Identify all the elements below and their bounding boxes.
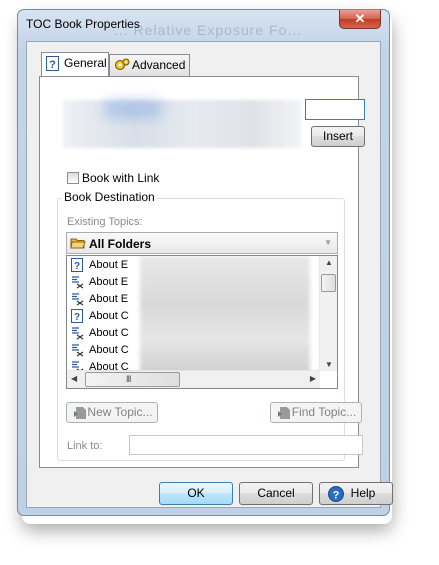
insert-button[interactable]: Insert <box>311 126 365 147</box>
ok-button[interactable]: OK <box>159 482 233 505</box>
tab-advanced[interactable]: Advanced <box>109 54 190 76</box>
title-bar[interactable]: TOC Book Properties ... Relative Exposur… <box>18 10 389 40</box>
find-topic-icon <box>277 406 291 426</box>
list-item[interactable]: About E <box>69 274 128 291</box>
blurred-preview <box>63 100 301 148</box>
general-panel: Insert Book with Link Book Destination E… <box>39 76 365 468</box>
list-item[interactable]: About E <box>69 291 128 308</box>
topic-label: About C <box>89 310 129 322</box>
help-icon: ? <box>328 486 344 509</box>
scroll-right-icon[interactable]: ▶ <box>310 374 316 383</box>
tab-advanced-label: Advanced <box>132 58 186 72</box>
scroll-up-icon[interactable]: ▲ <box>325 258 333 267</box>
topic-label: About E <box>89 259 129 271</box>
horizontal-scrollbar[interactable]: ◀ III ▶ <box>67 370 320 388</box>
help-button-label: Help <box>350 486 376 500</box>
vertical-scroll-thumb[interactable] <box>321 274 336 292</box>
topic-label: About C <box>89 344 129 356</box>
folder-icon <box>70 236 86 253</box>
new-topic-label: New Topic... <box>87 405 153 419</box>
book-destination-title: Book Destination <box>62 190 157 204</box>
svg-text:?: ? <box>74 261 80 272</box>
topic-label: About E <box>89 276 129 288</box>
cancel-button-label: Cancel <box>257 486 295 500</box>
background-window-title: ... Relative Exposure Fo... <box>114 22 303 38</box>
list-item[interactable]: ? About E <box>69 257 128 274</box>
book-with-link-label: Book with Link <box>82 171 160 185</box>
find-topic-label: Find Topic... <box>291 405 357 419</box>
dialog-client-area: ? General Advanced Insert Book with Link… <box>26 41 393 508</box>
gears-icon <box>114 58 130 78</box>
new-topic-button[interactable]: New Topic... <box>66 402 158 423</box>
list-item[interactable]: ? About C <box>69 308 129 325</box>
folder-select[interactable]: All Folders ▼ <box>66 232 338 254</box>
topic-label: About E <box>89 293 129 305</box>
horizontal-scroll-thumb[interactable]: III <box>85 372 180 387</box>
svg-text:?: ? <box>333 490 340 502</box>
insert-text-input[interactable] <box>305 99 365 120</box>
folder-select-value: All Folders <box>89 237 152 251</box>
link-to-label: Link to: <box>67 440 103 452</box>
close-icon: ✕ <box>354 11 366 26</box>
chevron-down-icon: ▼ <box>324 238 332 247</box>
ok-button-label: OK <box>187 486 205 500</box>
scroll-down-icon[interactable]: ▼ <box>325 360 333 369</box>
topics-list[interactable]: ? About E About E About E ? About C Abou… <box>66 255 338 389</box>
tab-general[interactable]: ? General <box>41 52 109 76</box>
dialog-window: TOC Book Properties ... Relative Exposur… <box>17 9 393 516</box>
insert-button-label: Insert <box>322 129 353 143</box>
existing-topics-label: Existing Topics: <box>67 216 143 228</box>
list-item[interactable]: About C <box>69 342 129 359</box>
svg-text:?: ? <box>74 312 80 323</box>
scroll-left-icon[interactable]: ◀ <box>71 374 77 383</box>
find-topic-button[interactable]: Find Topic... <box>270 402 362 423</box>
blurred-topic-names <box>140 256 310 374</box>
close-button[interactable]: ✕ <box>339 10 381 29</box>
cancel-button[interactable]: Cancel <box>239 482 313 505</box>
book-with-link-checkbox[interactable] <box>67 172 79 184</box>
link-to-input[interactable] <box>129 435 363 455</box>
new-topic-icon <box>73 406 87 426</box>
list-item[interactable]: About C <box>69 325 129 342</box>
scroll-grip: III <box>126 374 131 384</box>
help-topic-icon: ? <box>46 56 59 77</box>
tab-general-label: General <box>64 56 107 70</box>
topic-label: About C <box>89 327 129 339</box>
vertical-scrollbar[interactable]: ▲ ▼ <box>319 256 337 371</box>
help-button[interactable]: ? Help <box>319 482 393 505</box>
svg-text:?: ? <box>49 59 56 71</box>
